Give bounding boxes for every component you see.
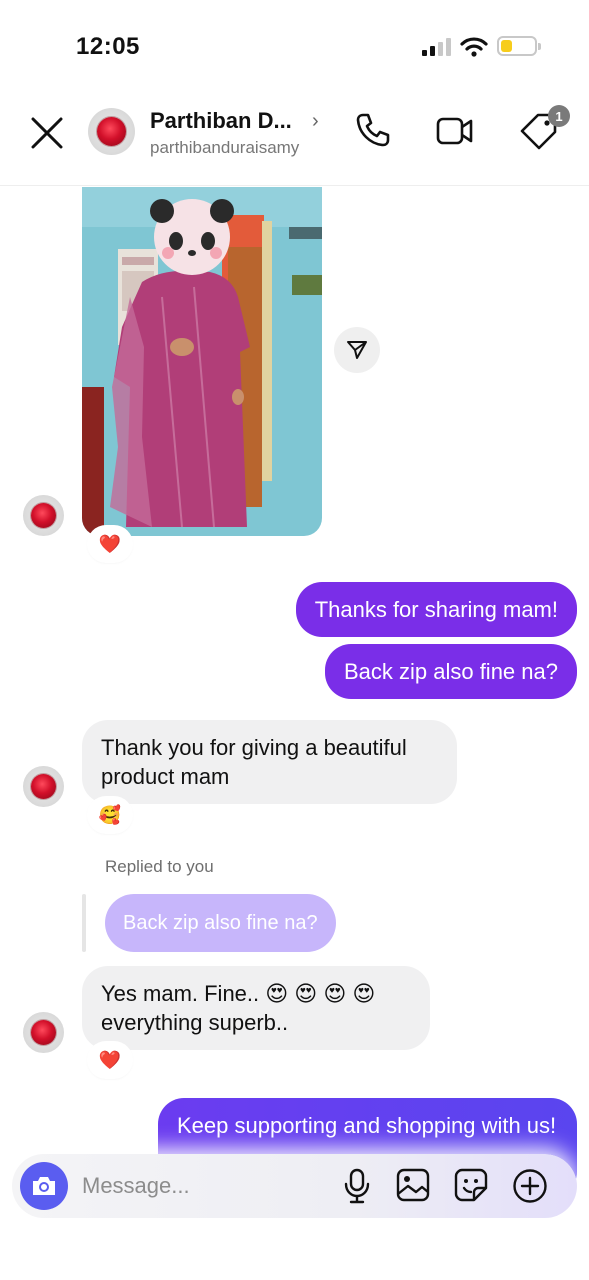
sender-avatar[interactable] (23, 766, 64, 807)
reply-indicator (82, 894, 86, 952)
photo-image (82, 187, 322, 536)
outgoing-message[interactable]: Thanks for sharing mam! (295, 582, 577, 637)
video-icon[interactable] (436, 116, 474, 146)
incoming-message[interactable]: Yes mam. Fine.. 😍 😍 😍 😍 everything super… (82, 966, 430, 1050)
shared-photo[interactable] (82, 187, 322, 536)
outgoing-message[interactable]: Back zip also fine na? (324, 644, 577, 699)
status-bar: 12:05 (0, 0, 589, 90)
share-icon (347, 341, 367, 359)
contact-username[interactable]: parthibanduraisamy (150, 138, 299, 158)
plus-circle-icon[interactable] (512, 1168, 548, 1204)
replied-label: Replied to you (105, 857, 214, 876)
quoted-message[interactable]: Back zip also fine na? (105, 894, 336, 952)
close-icon[interactable] (30, 116, 64, 150)
chat-header: Parthiban D... › parthibanduraisamy (0, 90, 589, 186)
rose-icon (30, 502, 57, 529)
sender-avatar[interactable] (23, 495, 64, 536)
wifi-icon (460, 37, 488, 57)
phone-icon[interactable] (355, 112, 391, 148)
rose-icon (96, 116, 127, 147)
incoming-message[interactable]: Thank you for giving a beautiful product… (82, 720, 457, 804)
reaction-badge[interactable]: ❤️ (89, 527, 131, 561)
rose-icon (30, 773, 57, 800)
message-composer (12, 1154, 577, 1218)
contact-name[interactable]: Parthiban D... (150, 108, 292, 134)
sender-avatar[interactable] (23, 1012, 64, 1053)
share-button[interactable] (334, 327, 380, 373)
microphone-icon[interactable] (342, 1168, 372, 1204)
contact-avatar[interactable] (88, 108, 135, 155)
cellular-signal-icon (422, 38, 451, 56)
gallery-icon[interactable] (396, 1168, 430, 1202)
camera-button[interactable] (20, 1162, 68, 1210)
reaction-badge[interactable]: ❤️ (89, 1043, 131, 1077)
camera-icon (33, 1177, 55, 1195)
battery-icon (497, 36, 541, 56)
notification-badge: 1 (548, 105, 570, 127)
rose-icon (30, 1019, 57, 1046)
reaction-badge[interactable]: 🥰 (89, 798, 131, 832)
status-time: 12:05 (76, 33, 140, 60)
message-input[interactable] (82, 1172, 322, 1200)
chevron-right-icon[interactable]: › (312, 110, 319, 133)
sticker-icon[interactable] (454, 1168, 488, 1202)
